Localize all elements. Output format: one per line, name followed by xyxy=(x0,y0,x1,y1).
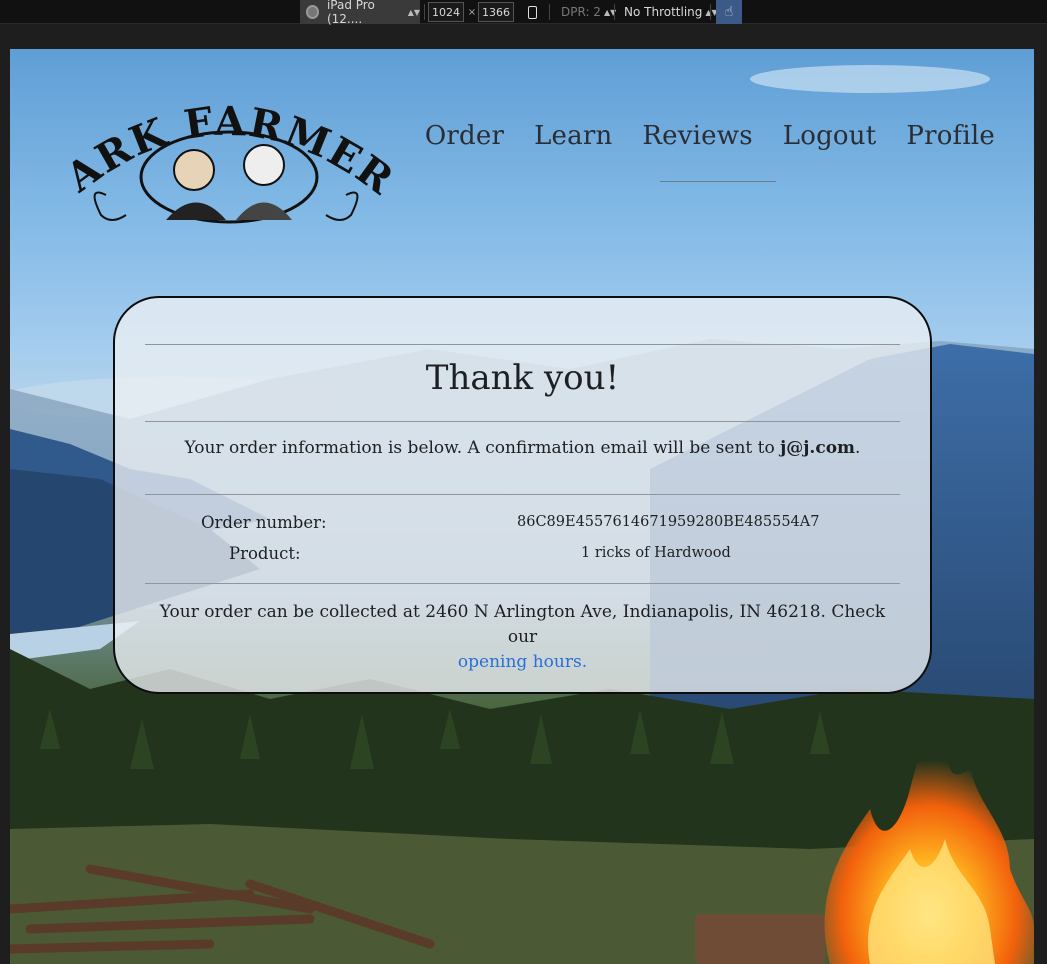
confirmation-message: Your order information is below. A confi… xyxy=(115,438,930,458)
width-input[interactable]: 1024 xyxy=(428,2,464,22)
order-number-label: Order number: xyxy=(201,513,327,532)
device-icon xyxy=(306,5,319,19)
product-value: 1 ricks of Hardwood xyxy=(581,545,731,561)
hand-pointer-icon: ☝ xyxy=(724,4,734,20)
divider xyxy=(145,494,900,495)
confirmation-email: j@j.com xyxy=(780,438,856,458)
nav-order[interactable]: Order xyxy=(425,121,504,151)
nav-active-underline xyxy=(660,181,776,182)
pickup-text: Your order can be collected at 2460 N Ar… xyxy=(159,602,886,647)
dpr-label: DPR: 2 xyxy=(561,5,601,19)
main-nav: Order Learn Reviews Logout Profile xyxy=(425,121,995,151)
nav-profile[interactable]: Profile xyxy=(906,121,995,151)
toolbar-divider xyxy=(710,4,711,20)
page-title: Thank you! xyxy=(425,358,620,398)
devtools-device-toolbar: iPad Pro (12.... ▲▼ 1024 × 1366 DPR: 2 ▲… xyxy=(0,0,1047,26)
device-select[interactable]: iPad Pro (12.... ▲▼ xyxy=(300,0,420,26)
dpr-select[interactable]: DPR: 2 ▲▼ xyxy=(555,0,616,24)
confirmation-text-end: . xyxy=(855,438,861,458)
logo-text: BARK FARMERS xyxy=(46,85,403,205)
toolbar-divider xyxy=(424,4,425,20)
pickup-message: Your order can be collected at 2460 N Ar… xyxy=(155,600,890,675)
divider xyxy=(145,583,900,584)
opening-hours-link[interactable]: opening hours. xyxy=(458,652,587,672)
updown-caret-icon: ▲▼ xyxy=(407,7,420,17)
rotate-button[interactable] xyxy=(522,0,542,24)
height-input[interactable]: 1366 xyxy=(478,2,514,22)
divider xyxy=(145,421,900,422)
nav-reviews[interactable]: Reviews xyxy=(642,121,752,151)
touch-toggle-button[interactable]: ☝ xyxy=(716,0,742,24)
toolbar-divider xyxy=(549,4,550,20)
device-label: iPad Pro (12.... xyxy=(326,0,375,26)
throttling-label: No Throttling xyxy=(624,5,703,19)
confirmation-text: Your order information is below. A confi… xyxy=(184,438,781,458)
nav-logout[interactable]: Logout xyxy=(783,121,877,151)
order-confirmation-card: Thank you! Your order information is bel… xyxy=(113,296,932,694)
bark-farmers-logo[interactable]: BARK FARMERS xyxy=(46,85,406,225)
rotate-icon xyxy=(527,5,537,19)
page-viewport: BARK FARMERS Order Learn Reviews Logout … xyxy=(10,49,1034,964)
toolbar-divider xyxy=(614,4,615,20)
divider xyxy=(145,344,900,345)
order-number-value: 86C89E4557614671959280BE485554A7 xyxy=(517,514,820,530)
dimension-separator: × xyxy=(467,6,477,18)
product-label: Product: xyxy=(229,544,301,563)
throttling-select[interactable]: No Throttling ▲▼ xyxy=(618,0,718,24)
nav-learn[interactable]: Learn xyxy=(534,121,612,151)
